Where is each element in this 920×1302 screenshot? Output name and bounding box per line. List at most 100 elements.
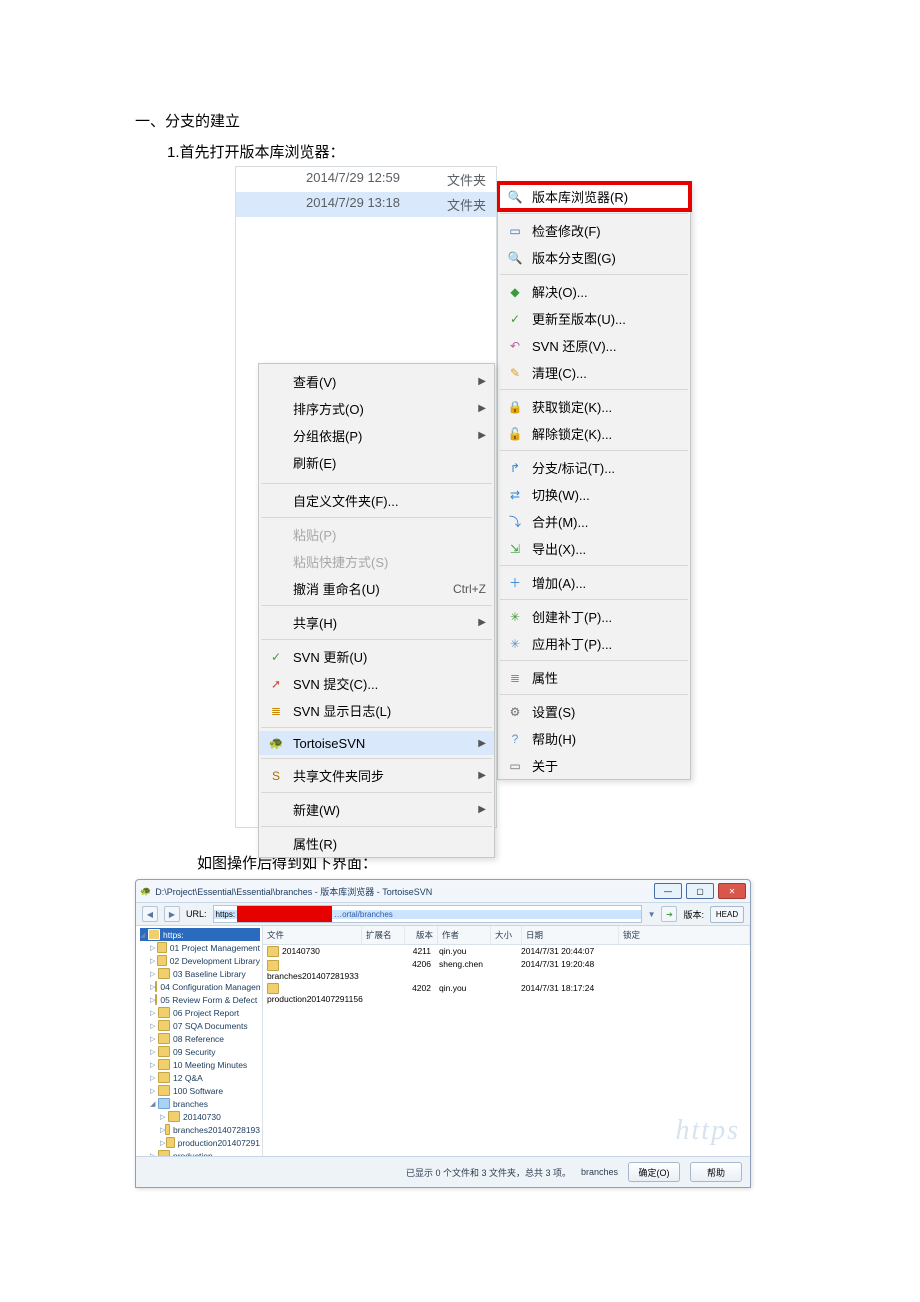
ok-button[interactable]: 确定(O) xyxy=(628,1162,680,1182)
ctx-tortoisesvn[interactable]: 🐢TortoiseSVN▶ xyxy=(259,731,494,755)
url-go[interactable]: ➔ xyxy=(661,906,677,922)
svn-menu-item[interactable]: ✳应用补丁(P)... xyxy=(498,630,690,657)
folder-icon xyxy=(168,1111,180,1122)
min-button[interactable]: — xyxy=(654,883,682,899)
tree-item[interactable]: ▷01 Project Management xyxy=(140,941,260,954)
ctx-sort[interactable]: 排序方式(O)▶ xyxy=(259,395,494,422)
ctx-share-sync[interactable]: S共享文件夹同步▶ xyxy=(259,762,494,789)
nav-forward[interactable]: ▶ xyxy=(164,906,180,922)
folder-icon xyxy=(148,929,160,940)
folder-icon xyxy=(165,1124,170,1135)
ctx-properties[interactable]: 属性(R) xyxy=(259,830,494,857)
tree-label: 03 Baseline Library xyxy=(173,969,246,979)
ctx-svn-update[interactable]: ✓SVN 更新(U) xyxy=(259,643,494,670)
tree-item[interactable]: ▷06 Project Report xyxy=(140,1006,260,1019)
tree-item[interactable]: ▷03 Baseline Library xyxy=(140,967,260,980)
app-icon: 🐢 xyxy=(140,886,151,897)
svn-menu-label: 帮助(H) xyxy=(532,729,682,748)
col-lock[interactable]: 锁定 xyxy=(619,926,750,944)
tree-item[interactable]: ▷05 Review Form & Defect L xyxy=(140,993,260,1006)
svn-menu-item[interactable]: ✳创建补丁(P)... xyxy=(498,603,690,630)
svn-menu-item[interactable]: ✎清理(C)... xyxy=(498,359,690,386)
svn-menu-item[interactable]: ⤵合并(M)... xyxy=(498,508,690,535)
rev-button[interactable]: HEAD xyxy=(710,906,744,923)
svn-menu-item[interactable]: ?帮助(H) xyxy=(498,725,690,752)
tree-item[interactable]: ▷production201407291 xyxy=(140,1136,260,1149)
svn-menu-label: 分支/标记(T)... xyxy=(532,458,682,477)
svn-menu-item[interactable]: 🔓解除锁定(K)... xyxy=(498,420,690,447)
svn-menu-item[interactable]: ✓更新至版本(U)... xyxy=(498,305,690,332)
tree-label: 100 Software xyxy=(173,1086,223,1096)
list-row[interactable]: production2014072911564202qin.you2014/7/… xyxy=(263,982,750,1005)
col-ext[interactable]: 扩展名 xyxy=(362,926,405,944)
svn-menu-item[interactable]: 🔍版本库浏览器(R) xyxy=(498,183,690,210)
g-about-icon: ▭ xyxy=(506,758,524,774)
ctx-svn-log[interactable]: ≣SVN 显示日志(L) xyxy=(259,697,494,724)
tree-item[interactable]: ▷02 Development Library xyxy=(140,954,260,967)
svn-menu-item[interactable]: ⇲导出(X)... xyxy=(498,535,690,562)
svn-menu-label: 创建补丁(P)... xyxy=(532,607,682,626)
ctx-undo-rename[interactable]: 撤消 重命名(U)Ctrl+Z xyxy=(259,575,494,602)
ctx-new[interactable]: 新建(W)▶ xyxy=(259,796,494,823)
ctx-refresh[interactable]: 刷新(E) xyxy=(259,449,494,476)
tree-label: 04 Configuration Managem xyxy=(160,982,260,992)
col-author[interactable]: 作者 xyxy=(438,926,491,944)
tree-item[interactable]: ▷production xyxy=(140,1149,260,1156)
svn-menu-label: 检查修改(F) xyxy=(532,221,682,240)
svn-menu-item[interactable]: ↶SVN 还原(V)... xyxy=(498,332,690,359)
tree-item[interactable]: ▷branches20140728193 xyxy=(140,1123,260,1136)
svn-menu-item[interactable]: 🔒获取锁定(K)... xyxy=(498,393,690,420)
svn-menu-item[interactable]: ⚙设置(S) xyxy=(498,698,690,725)
url-input[interactable]: https: …ortal/branches xyxy=(213,905,642,923)
g-revert-icon: ↶ xyxy=(506,338,524,354)
svn-menu-item[interactable]: ▭关于 xyxy=(498,752,690,779)
file-row[interactable]: 2014/7/29 12:59 文件夹 xyxy=(236,167,496,192)
col-date[interactable]: 日期 xyxy=(522,926,619,944)
svn-menu-label: 版本库浏览器(R) xyxy=(532,187,682,206)
ctx-customize[interactable]: 自定义文件夹(F)... xyxy=(259,487,494,514)
tree-item[interactable]: ▷07 SQA Documents xyxy=(140,1019,260,1032)
tree-item[interactable]: ▷20140730 xyxy=(140,1110,260,1123)
col-rev[interactable]: 版本 xyxy=(405,926,438,944)
max-button[interactable]: ▢ xyxy=(686,883,714,899)
tree-item[interactable]: ▷08 Reference xyxy=(140,1032,260,1045)
folder-icon xyxy=(158,1033,170,1044)
folder-icon xyxy=(158,1059,170,1070)
tree-item[interactable]: ◢https: xyxy=(140,928,260,941)
svn-menu-item[interactable]: 🔍版本分支图(G) xyxy=(498,244,690,271)
list-row[interactable]: 201407304211qin.you2014/7/31 20:44:07 xyxy=(263,945,750,958)
share-sync-icon: S xyxy=(267,768,285,784)
svn-menu-item[interactable]: ↱分支/标记(T)... xyxy=(498,454,690,481)
tree-item[interactable]: ◢branches xyxy=(140,1097,260,1110)
ctx-share[interactable]: 共享(H)▶ xyxy=(259,609,494,636)
ctx-svn-commit[interactable]: ➚SVN 提交(C)... xyxy=(259,670,494,697)
nav-back[interactable]: ◀ xyxy=(142,906,158,922)
tree-item[interactable]: ▷100 Software xyxy=(140,1084,260,1097)
g-update-icon: ✓ xyxy=(506,311,524,327)
tree-item[interactable]: ▷09 Security xyxy=(140,1045,260,1058)
svn-menu-item[interactable]: ≣属性 xyxy=(498,664,690,691)
help-button[interactable]: 帮助 xyxy=(690,1162,742,1182)
svn-menu-item[interactable]: ⇄切换(W)... xyxy=(498,481,690,508)
tree-item[interactable]: ▷04 Configuration Managem xyxy=(140,980,260,993)
col-size[interactable]: 大小 xyxy=(491,926,522,944)
list-row[interactable]: branches2014072819334206sheng.chen2014/7… xyxy=(263,958,750,981)
svn-menu-item[interactable]: ◆解决(O)... xyxy=(498,278,690,305)
tree-item[interactable]: ▷12 Q&A xyxy=(140,1071,260,1084)
close-button[interactable]: ✕ xyxy=(718,883,746,899)
repo-tree[interactable]: ◢https:▷01 Project Management▷02 Develop… xyxy=(136,926,263,1156)
tree-item[interactable]: ▷10 Meeting Minutes xyxy=(140,1058,260,1071)
tree-label: 01 Project Management xyxy=(170,943,260,953)
ctx-group[interactable]: 分组依据(P)▶ xyxy=(259,422,494,449)
g-resolve-icon: ◆ xyxy=(506,284,524,300)
url-dropdown[interactable]: ▼ xyxy=(648,910,656,919)
svn-menu-item[interactable]: ▭ 检查修改(F) xyxy=(498,217,690,244)
url-label: URL: xyxy=(186,909,207,919)
svn-menu-item[interactable]: ＋增加(A)... xyxy=(498,569,690,596)
col-file[interactable]: 文件 xyxy=(263,926,362,944)
ctx-view[interactable]: 查看(V)▶ xyxy=(259,368,494,395)
folder-icon xyxy=(267,960,279,971)
g-merge-icon: ⤵ xyxy=(506,514,524,530)
g-check-icon: ▭ xyxy=(506,223,524,239)
file-row[interactable]: 2014/7/29 13:18 文件夹 xyxy=(236,192,496,217)
